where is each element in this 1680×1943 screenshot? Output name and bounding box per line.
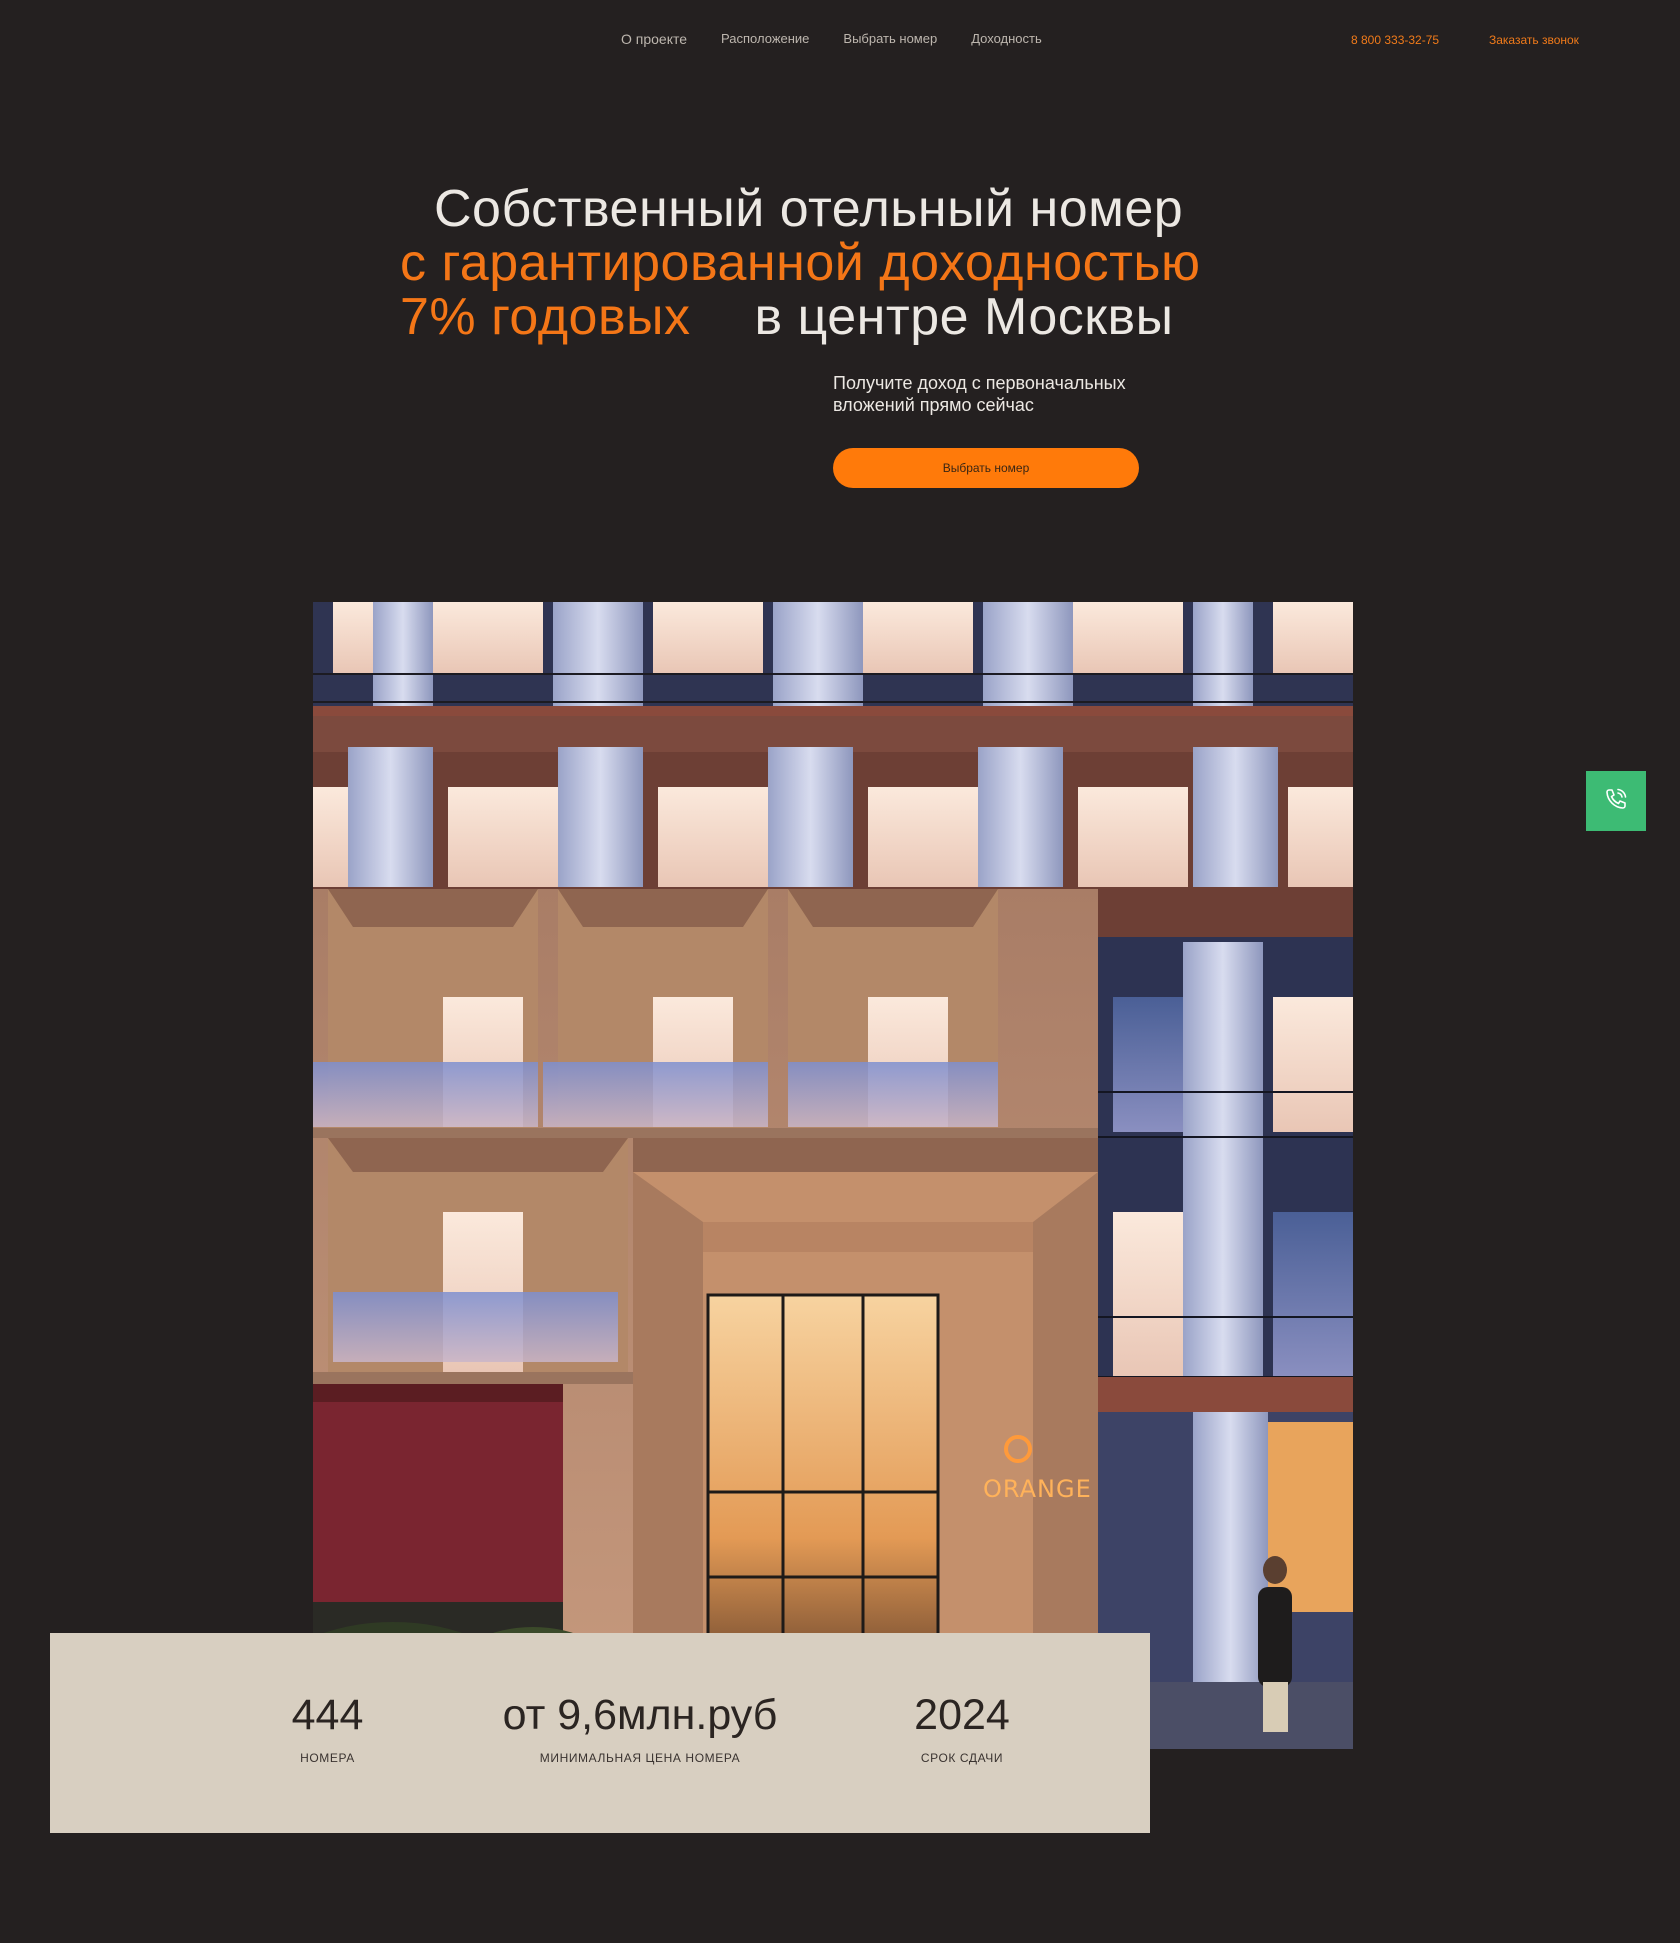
stat-min-price-value: от 9,6млн.руб (502, 1691, 778, 1739)
stat-completion-label: СРОК СДАЧИ (920, 1751, 1004, 1765)
building-render-image: ORANGE (313, 602, 1353, 1749)
stat-rooms-value: 444 (291, 1691, 364, 1739)
stat-rooms-label: НОМЕРА (300, 1751, 355, 1765)
stat-completion-value: 2024 (914, 1691, 1010, 1739)
stat-completion: 2024 СРОК СДАЧИ (862, 1691, 1062, 1765)
stat-min-price-label: МИНИМАЛЬНАЯ ЦЕНА НОМЕРА (539, 1751, 741, 1765)
stat-rooms: 444 НОМЕРА (215, 1691, 440, 1765)
top-navigation: О проекте Расположение Выбрать номер Дох… (0, 0, 1680, 80)
request-call-link[interactable]: Заказать звонок (1489, 33, 1579, 47)
hero-subtitle: Получите доход с первоначальных вложений… (833, 373, 1126, 415)
building-sign: ORANGE (983, 1475, 1092, 1503)
choose-room-button[interactable]: Выбрать номер (833, 448, 1139, 488)
phone-icon (1601, 784, 1631, 819)
hero-title-line-1: Собственный отельный номер (434, 180, 1184, 238)
hero-title-line-2: с гарантированной доходностью (400, 234, 1201, 292)
nav-links: О проекте Расположение Выбрать номер Дох… (621, 31, 1076, 47)
nav-link-location[interactable]: Расположение (721, 31, 809, 47)
hero-title-line-3: 7% годовых в центре Москвы (400, 290, 1270, 344)
hero-title-yield: 7% годовых (400, 288, 691, 346)
phone-number[interactable]: 8 800 333-32-75 (1351, 33, 1439, 47)
stats-panel: 444 НОМЕРА от 9,6млн.руб МИНИМАЛЬНАЯ ЦЕН… (50, 1633, 1150, 1833)
nav-link-choose-room[interactable]: Выбрать номер (843, 31, 937, 47)
hero-title-location: в центре Москвы (754, 288, 1174, 346)
nav-link-yield[interactable]: Доходность (971, 31, 1042, 47)
call-back-fab[interactable] (1586, 771, 1646, 831)
nav-link-about[interactable]: О проекте (621, 31, 687, 47)
hero-title: Собственный отельный номер с гарантирова… (400, 182, 1270, 344)
stat-min-price: от 9,6млн.руб МИНИМАЛЬНАЯ ЦЕНА НОМЕРА (430, 1691, 850, 1765)
